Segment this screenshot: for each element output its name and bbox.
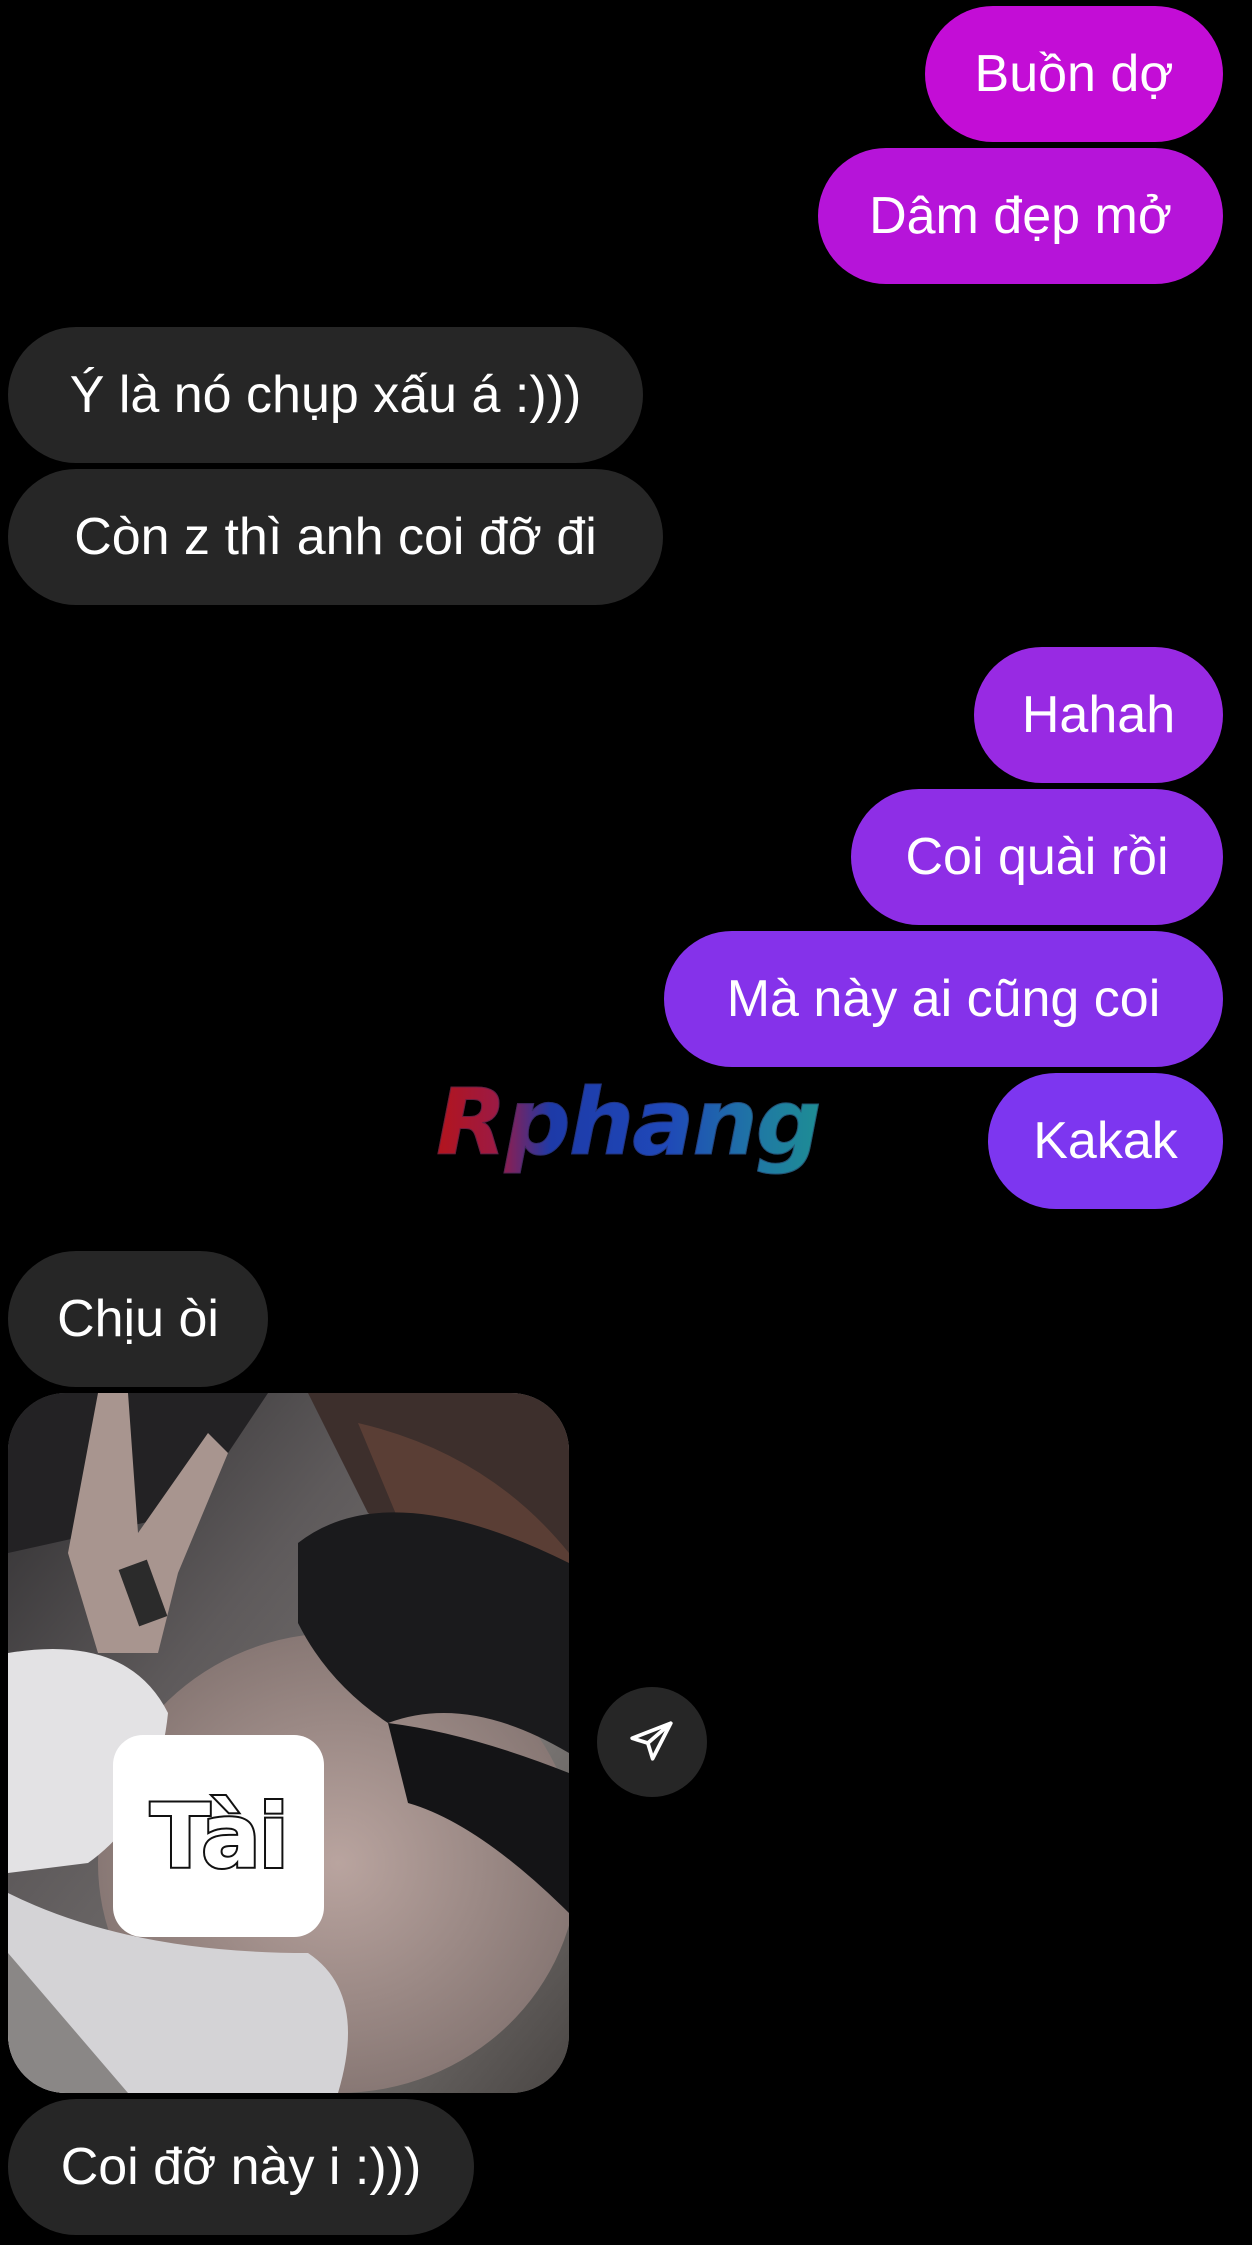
message-text: Buồn dợ bbox=[974, 45, 1174, 103]
message-text: Hahah bbox=[1021, 686, 1176, 744]
sticker-text: Tài bbox=[148, 1783, 291, 1890]
watermark-logo: Rphang bbox=[436, 1069, 823, 1177]
outgoing-message[interactable]: Kakak bbox=[988, 1073, 1223, 1209]
message-text: Coi đỡ này i :))) bbox=[60, 2138, 422, 2196]
outgoing-message[interactable]: Coi quài rồi bbox=[851, 789, 1223, 925]
outgoing-message[interactable]: Dâm đẹp mở bbox=[818, 148, 1223, 284]
message-text: Coi quài rồi bbox=[905, 828, 1169, 886]
message-text: Ý là nó chụp xấu á :))) bbox=[69, 366, 582, 424]
incoming-message[interactable]: Ý là nó chụp xấu á :))) bbox=[8, 327, 643, 463]
outgoing-message[interactable]: Buồn dợ bbox=[925, 6, 1223, 142]
outgoing-message[interactable]: Mà này ai cũng coi bbox=[664, 931, 1223, 1067]
photo-message[interactable]: Tài bbox=[8, 1393, 569, 2093]
message-text: Dâm đẹp mở bbox=[869, 187, 1172, 245]
message-text: Kakak bbox=[1033, 1112, 1178, 1170]
incoming-message[interactable]: Còn z thì anh coi đỡ đi bbox=[8, 469, 663, 605]
share-button[interactable] bbox=[597, 1687, 707, 1797]
incoming-message[interactable]: Coi đỡ này i :))) bbox=[8, 2099, 474, 2235]
name-sticker: Tài bbox=[113, 1735, 324, 1937]
paper-plane-icon bbox=[630, 1721, 673, 1761]
incoming-message[interactable]: Chịu òi bbox=[8, 1251, 268, 1387]
message-text: Chịu òi bbox=[57, 1290, 219, 1348]
message-text: Mà này ai cũng coi bbox=[726, 970, 1161, 1028]
outgoing-message[interactable]: Hahah bbox=[974, 647, 1223, 783]
message-text: Còn z thì anh coi đỡ đi bbox=[74, 508, 597, 566]
